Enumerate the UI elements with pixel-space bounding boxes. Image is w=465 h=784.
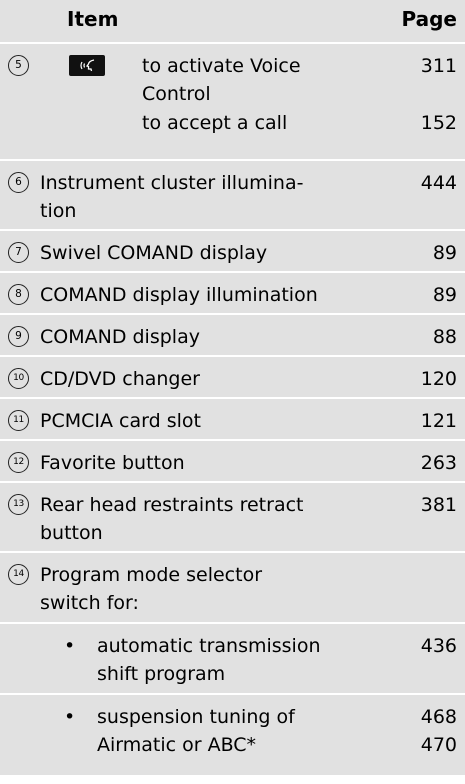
- page-number: 89: [432, 242, 457, 264]
- item-number: 6: [8, 172, 29, 193]
- item-number: 5: [8, 55, 29, 76]
- item-number: 11: [8, 410, 29, 431]
- voice-control-button-icon: [69, 55, 105, 76]
- header-page: Page: [401, 7, 458, 31]
- item-text: to activate Voice Control: [142, 55, 301, 105]
- document-page: Item Page 5 to activate Voice Control 31…: [0, 0, 465, 784]
- page-number: 88: [432, 326, 457, 348]
- bullet-row: • suspension tuning of Airmatic or ABC* …: [0, 695, 465, 775]
- item-page-table: Item Page 5 to activate Voice Control 31…: [0, 0, 465, 775]
- item-text: PCMCIA card slot: [40, 410, 201, 432]
- bullet-icon: •: [64, 635, 76, 657]
- table-row: 9 COMAND display 88: [0, 315, 465, 357]
- item-number: 9: [8, 326, 29, 347]
- item-text: Favorite button: [40, 452, 185, 474]
- item-text: CD/DVD changer: [40, 368, 200, 390]
- page-number: 381: [420, 494, 457, 516]
- page-number: 263: [420, 452, 457, 474]
- page-number: 468: [420, 706, 457, 728]
- bullet-text: automatic transmission shift program: [97, 635, 321, 685]
- page-number: 120: [420, 368, 457, 390]
- item-text: Swivel COMAND display: [40, 242, 268, 264]
- item-text: COMAND display illumination: [40, 284, 318, 306]
- table-row: 8 COMAND display illumination 89: [0, 273, 465, 315]
- table-row: 7 Swivel COMAND display 89: [0, 231, 465, 273]
- table-row: 6 Instrument cluster illumina- tion 444: [0, 161, 465, 231]
- table-header: Item Page: [0, 0, 465, 44]
- item-number: 8: [8, 284, 29, 305]
- bullet-icon: •: [64, 706, 76, 728]
- item-number: 10: [8, 368, 29, 389]
- item-text: Instrument cluster illumina- tion: [40, 172, 304, 222]
- table-row: 11 PCMCIA card slot 121: [0, 399, 465, 441]
- item-text: Rear head restraints retract button: [40, 494, 304, 544]
- table-row: 12 Favorite button 263: [0, 441, 465, 483]
- page-number: 311: [420, 55, 457, 77]
- table-row: 10 CD/DVD changer 120: [0, 357, 465, 399]
- item-text: COMAND display: [40, 326, 200, 348]
- item-number: 13: [8, 494, 29, 515]
- item-number: 14: [8, 564, 29, 585]
- bullet-text: suspension tuning of Airmatic or ABC*: [97, 706, 295, 756]
- item-number: 7: [8, 242, 29, 263]
- item-text: Program mode selector switch for:: [40, 564, 263, 614]
- table-row: 14 Program mode selector switch for:: [0, 553, 465, 624]
- bullet-row: • automatic transmission shift program 4…: [0, 624, 465, 695]
- table-row: 5 to activate Voice Control 311 to accep…: [0, 44, 465, 161]
- page-number: 470: [420, 734, 457, 756]
- header-item: Item: [67, 7, 119, 31]
- item-text: to accept a call: [142, 112, 288, 134]
- item-number: 12: [8, 452, 29, 473]
- page-number: 444: [420, 172, 457, 194]
- table-row: 13 Rear head restraints retract button 3…: [0, 483, 465, 553]
- page-number: 436: [420, 635, 457, 657]
- page-number: 89: [432, 284, 457, 306]
- page-number: 152: [420, 112, 457, 134]
- page-number: 121: [420, 410, 457, 432]
